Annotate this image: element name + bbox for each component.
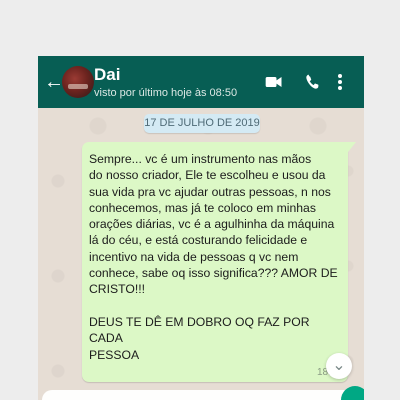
- outgoing-message-bubble[interactable]: Sempre... vc é um instrumento nas mãos d…: [82, 142, 356, 382]
- more-vertical-icon[interactable]: [335, 72, 345, 92]
- date-separator: 17 DE JULHO DE 2019: [144, 114, 260, 133]
- contact-avatar[interactable]: [62, 66, 94, 98]
- scroll-to-bottom-button[interactable]: ⌄: [326, 353, 352, 379]
- last-seen-status: visto por último hoje às 08:50: [94, 87, 238, 99]
- phone-call-icon[interactable]: [303, 72, 323, 92]
- video-call-icon[interactable]: [264, 72, 284, 92]
- chat-header: ← Dai visto por último hoje às 08:50: [38, 56, 364, 108]
- message-text: Sempre... vc é um instrumento nas mãos d…: [89, 152, 338, 362]
- message-input-bar[interactable]: [42, 390, 360, 400]
- chevron-down-icon: ⌄: [332, 357, 346, 374]
- chat-screen: ← Dai visto por último hoje às 08:50 17 …: [38, 56, 364, 400]
- contact-name[interactable]: Dai: [94, 65, 120, 85]
